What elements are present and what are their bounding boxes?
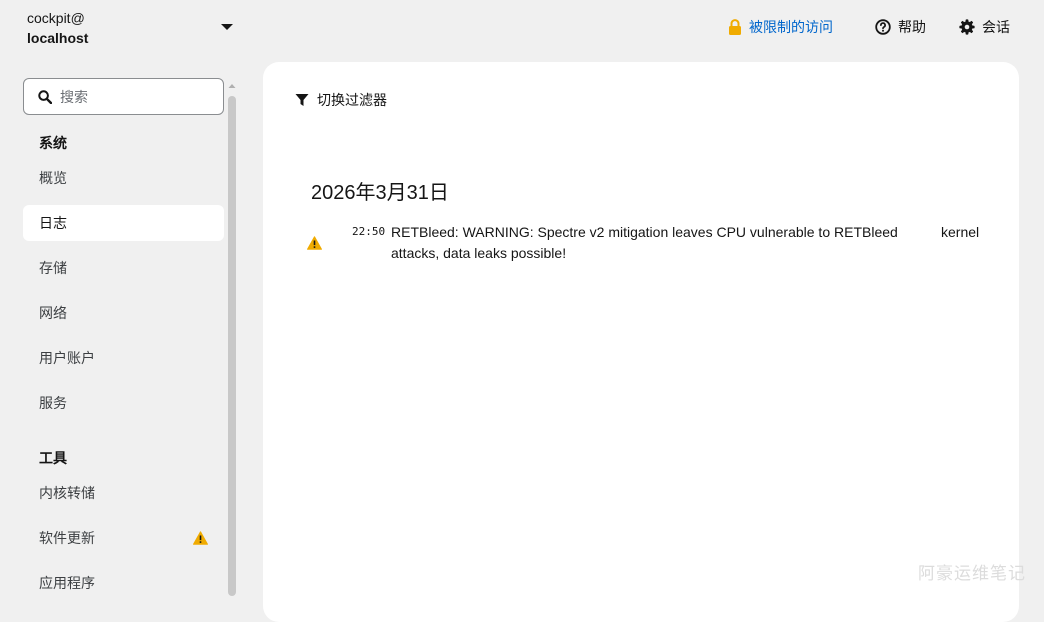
nav-group-system: 系统 (39, 135, 67, 151)
help-button[interactable]: 帮助 (875, 16, 926, 38)
log-time: 22:50 (352, 225, 386, 238)
nav-group-tools: 工具 (39, 450, 67, 466)
caret-down-icon (221, 24, 233, 30)
sidebar-item-logs[interactable]: 日志 (23, 205, 224, 241)
session-button[interactable]: 会话 (959, 16, 1010, 38)
sidebar-item-label: 网络 (39, 305, 67, 321)
warning-icon (193, 531, 208, 545)
sidebar-item-network[interactable]: 网络 (23, 295, 224, 331)
host-name: localhost (27, 30, 89, 46)
sidebar-item-label: 服务 (39, 395, 67, 411)
gear-icon (959, 19, 975, 35)
warning-icon (307, 236, 322, 250)
limited-access-label: 被限制的访问 (749, 19, 833, 35)
top-bar: cockpit@ localhost 被限制的访问 帮助 会话 (0, 0, 1044, 60)
sidebar-item-label: 软件更新 (39, 530, 95, 546)
scrollbar-thumb[interactable] (228, 96, 236, 596)
sidebar-item-label: 应用程序 (39, 575, 95, 591)
search-icon (38, 89, 52, 104)
log-message: RETBleed: WARNING: Spectre v2 mitigation… (391, 224, 898, 261)
log-entry[interactable]: 22:50 RETBleed: WARNING: Spectre v2 miti… (295, 212, 995, 266)
sidebar: 系统 概览 日志 存储 网络 用户账户 服务 工具 内核转储 软件更新 应用程序 (0, 60, 240, 596)
host-switcher[interactable]: cockpit@ localhost (16, 6, 240, 52)
sidebar-item-storage[interactable]: 存储 (23, 250, 224, 286)
host-user: cockpit@ (27, 10, 85, 26)
sidebar-item-services[interactable]: 服务 (23, 385, 224, 421)
toggle-filter-label: 切换过滤器 (317, 92, 387, 108)
search-input[interactable] (60, 88, 210, 105)
help-label: 帮助 (898, 19, 926, 35)
sidebar-item-label: 内核转储 (39, 485, 95, 501)
session-label: 会话 (982, 19, 1010, 35)
question-circle-icon (875, 19, 891, 35)
sidebar-item-label: 存储 (39, 260, 67, 276)
sidebar-item-accounts[interactable]: 用户账户 (23, 340, 224, 376)
sidebar-scrollbar[interactable] (226, 80, 238, 596)
sidebar-item-label: 日志 (39, 215, 67, 231)
scroll-up-arrow-icon[interactable] (228, 82, 236, 90)
limited-access-button[interactable]: 被限制的访问 (728, 16, 833, 38)
watermark: 阿豪运维笔记 (918, 564, 1026, 583)
sidebar-item-kdump[interactable]: 内核转储 (23, 475, 224, 511)
filter-icon (295, 94, 309, 106)
date-heading: 2026年3月31日 (311, 182, 449, 204)
sidebar-item-overview[interactable]: 概览 (23, 160, 224, 196)
sidebar-item-label: 用户账户 (39, 350, 95, 366)
sidebar-item-updates[interactable]: 软件更新 (23, 520, 224, 556)
sidebar-item-label: 概览 (39, 170, 67, 186)
logs-panel: 切换过滤器 2026年3月31日 22:50 RETBleed: WARNING… (263, 62, 1019, 622)
toggle-filter-button[interactable]: 切换过滤器 (295, 90, 387, 110)
log-source: kernel (941, 224, 980, 240)
lock-icon (729, 19, 741, 35)
search-box[interactable] (23, 78, 224, 115)
